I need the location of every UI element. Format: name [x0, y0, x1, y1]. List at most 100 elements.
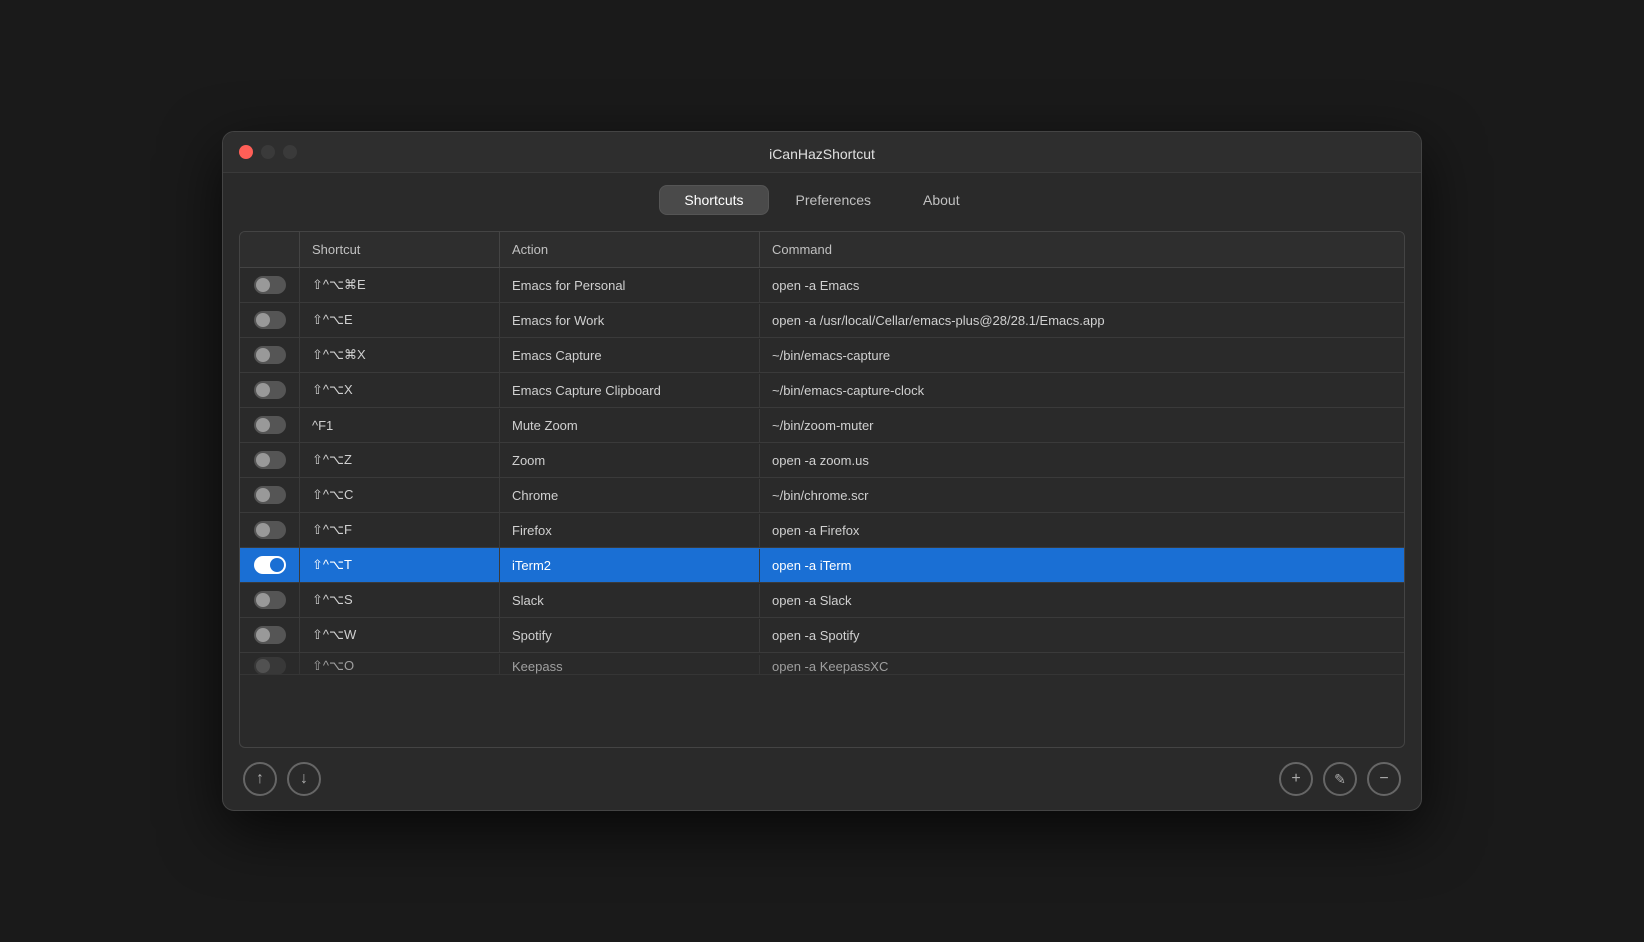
- shortcut-value: ⇧^⌥⌘E: [300, 268, 500, 302]
- col-toggle: [240, 232, 300, 267]
- toggle-switch[interactable]: [254, 276, 286, 294]
- toggle-cell[interactable]: [240, 583, 300, 617]
- action-value: Keepass: [500, 655, 760, 676]
- main-content: Shortcut Action Command ⇧^⌥⌘E Emacs for …: [223, 231, 1421, 810]
- toggle-switch[interactable]: [254, 381, 286, 399]
- action-value: iTerm2: [500, 549, 760, 582]
- shortcut-value: ⇧^⌥F: [300, 513, 500, 547]
- toggle-cell[interactable]: [240, 443, 300, 477]
- command-value: open -a zoom.us: [760, 444, 1404, 477]
- tab-about[interactable]: About: [898, 185, 985, 215]
- command-value: open -a Spotify: [760, 619, 1404, 652]
- table-row-selected[interactable]: ⇧^⌥T iTerm2 open -a iTerm: [240, 548, 1404, 583]
- remove-icon: −: [1379, 771, 1388, 787]
- shortcut-value: ⇧^⌥T: [300, 548, 500, 582]
- action-value: Emacs for Personal: [500, 269, 760, 302]
- command-value: ~/bin/emacs-capture: [760, 339, 1404, 372]
- edit-button[interactable]: ✎: [1323, 762, 1357, 796]
- shortcut-value: ⇧^⌥S: [300, 583, 500, 617]
- shortcut-value: ⇧^⌥W: [300, 618, 500, 652]
- action-value: Emacs for Work: [500, 304, 760, 337]
- tab-bar: Shortcuts Preferences About: [223, 173, 1421, 231]
- toggle-switch[interactable]: [254, 591, 286, 609]
- move-down-icon: ↓: [300, 771, 308, 787]
- command-value: ~/bin/zoom-muter: [760, 409, 1404, 442]
- remove-button[interactable]: −: [1367, 762, 1401, 796]
- add-button[interactable]: +: [1279, 762, 1313, 796]
- titlebar: iCanHazShortcut: [223, 132, 1421, 173]
- maximize-button[interactable]: [283, 145, 297, 159]
- toggle-cell[interactable]: [240, 338, 300, 372]
- toggle-cell[interactable]: [240, 268, 300, 302]
- action-value: Emacs Capture: [500, 339, 760, 372]
- shortcut-value: ⇧^⌥Z: [300, 443, 500, 477]
- action-value: Emacs Capture Clipboard: [500, 374, 760, 407]
- toggle-cell[interactable]: [240, 373, 300, 407]
- table-row-partial[interactable]: ⇧^⌥O Keepass open -a KeepassXC: [240, 653, 1404, 675]
- toolbar-left: ↑ ↓: [243, 762, 321, 796]
- window-title: iCanHazShortcut: [769, 146, 875, 162]
- command-value: open -a Firefox: [760, 514, 1404, 547]
- toggle-cell[interactable]: [240, 408, 300, 442]
- action-value: Spotify: [500, 619, 760, 652]
- action-value: Mute Zoom: [500, 409, 760, 442]
- toolbar-right: + ✎ −: [1279, 762, 1401, 796]
- toggle-switch[interactable]: [254, 416, 286, 434]
- move-up-icon: ↑: [256, 771, 264, 787]
- toggle-switch[interactable]: [254, 451, 286, 469]
- move-up-button[interactable]: ↑: [243, 762, 277, 796]
- action-value: Zoom: [500, 444, 760, 477]
- toggle-cell[interactable]: [240, 303, 300, 337]
- minimize-button[interactable]: [261, 145, 275, 159]
- shortcut-value: ^F1: [300, 409, 500, 442]
- command-value: open -a /usr/local/Cellar/emacs-plus@28/…: [760, 304, 1404, 337]
- col-shortcut: Shortcut: [300, 232, 500, 267]
- toolbar: ↑ ↓ + ✎ −: [239, 748, 1405, 810]
- table-row[interactable]: ⇧^⌥X Emacs Capture Clipboard ~/bin/emacs…: [240, 373, 1404, 408]
- toggle-switch[interactable]: [254, 626, 286, 644]
- toggle-switch[interactable]: [254, 556, 286, 574]
- move-down-button[interactable]: ↓: [287, 762, 321, 796]
- add-icon: +: [1291, 771, 1300, 787]
- table-body: ⇧^⌥⌘E Emacs for Personal open -a Emacs ⇧…: [240, 268, 1404, 747]
- command-value: ~/bin/emacs-capture-clock: [760, 374, 1404, 407]
- app-window: iCanHazShortcut Shortcuts Preferences Ab…: [222, 131, 1422, 811]
- toggle-cell[interactable]: [240, 618, 300, 652]
- table-row[interactable]: ^F1 Mute Zoom ~/bin/zoom-muter: [240, 408, 1404, 443]
- shortcut-value: ⇧^⌥O: [300, 654, 500, 675]
- table-row[interactable]: ⇧^⌥⌘X Emacs Capture ~/bin/emacs-capture: [240, 338, 1404, 373]
- toggle-switch[interactable]: [254, 311, 286, 329]
- shortcut-value: ⇧^⌥⌘X: [300, 338, 500, 372]
- action-value: Slack: [500, 584, 760, 617]
- table-row[interactable]: ⇧^⌥C Chrome ~/bin/chrome.scr: [240, 478, 1404, 513]
- table-row[interactable]: ⇧^⌥E Emacs for Work open -a /usr/local/C…: [240, 303, 1404, 338]
- table-row[interactable]: ⇧^⌥W Spotify open -a Spotify: [240, 618, 1404, 653]
- table-row[interactable]: ⇧^⌥F Firefox open -a Firefox: [240, 513, 1404, 548]
- col-command: Command: [760, 232, 1404, 267]
- tab-shortcuts[interactable]: Shortcuts: [659, 185, 768, 215]
- action-value: Chrome: [500, 479, 760, 512]
- tab-preferences[interactable]: Preferences: [771, 185, 896, 215]
- toggle-switch[interactable]: [254, 486, 286, 504]
- traffic-lights: [239, 145, 297, 159]
- action-value: Firefox: [500, 514, 760, 547]
- table-row[interactable]: ⇧^⌥Z Zoom open -a zoom.us: [240, 443, 1404, 478]
- toggle-switch[interactable]: [254, 346, 286, 364]
- table-header: Shortcut Action Command: [240, 232, 1404, 268]
- shortcuts-table: Shortcut Action Command ⇧^⌥⌘E Emacs for …: [239, 231, 1405, 748]
- col-action: Action: [500, 232, 760, 267]
- command-value: ~/bin/chrome.scr: [760, 479, 1404, 512]
- toggle-cell[interactable]: [240, 653, 300, 675]
- shortcut-value: ⇧^⌥C: [300, 478, 500, 512]
- toggle-cell[interactable]: [240, 548, 300, 582]
- table-row[interactable]: ⇧^⌥S Slack open -a Slack: [240, 583, 1404, 618]
- command-value: open -a Emacs: [760, 269, 1404, 302]
- toggle-switch[interactable]: [254, 521, 286, 539]
- command-value: open -a iTerm: [760, 549, 1404, 582]
- toggle-cell[interactable]: [240, 478, 300, 512]
- close-button[interactable]: [239, 145, 253, 159]
- toggle-switch[interactable]: [254, 657, 286, 675]
- table-row[interactable]: ⇧^⌥⌘E Emacs for Personal open -a Emacs: [240, 268, 1404, 303]
- shortcut-value: ⇧^⌥E: [300, 303, 500, 337]
- toggle-cell[interactable]: [240, 513, 300, 547]
